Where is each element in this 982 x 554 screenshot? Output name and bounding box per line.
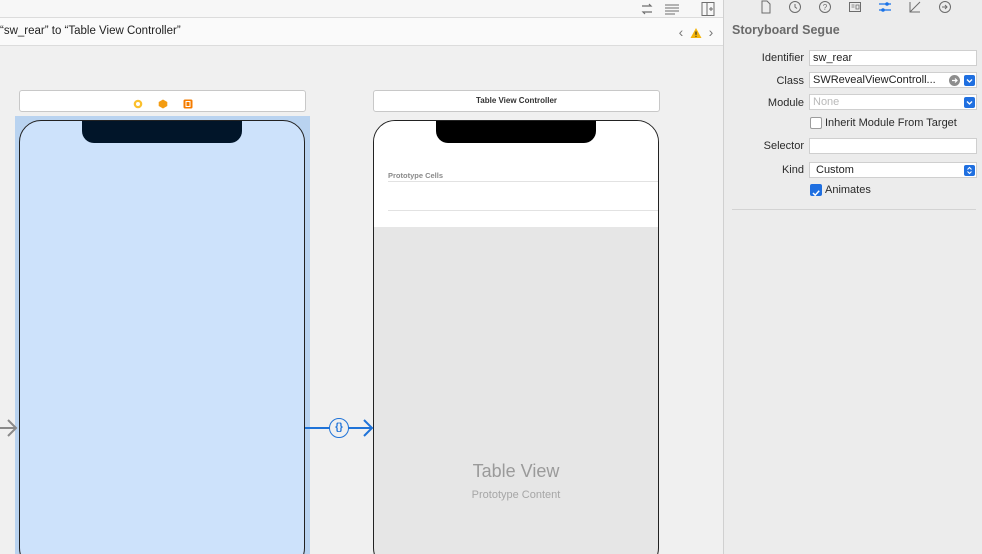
identifier-field[interactable]: sw_rear xyxy=(809,50,977,66)
exit-icon[interactable] xyxy=(183,96,193,109)
chevron-down-icon[interactable] xyxy=(964,75,975,86)
animates-checkbox[interactable] xyxy=(810,184,822,197)
module-label: Module xyxy=(767,97,804,109)
selector-label: Selector xyxy=(763,140,804,152)
prototype-cells-label: Prototype Cells xyxy=(388,171,444,180)
help-icon[interactable]: ? xyxy=(818,0,832,14)
inspector-tab-bar: ? xyxy=(724,0,982,16)
class-value: SWRevealViewControll... xyxy=(813,74,936,86)
connections-icon[interactable] xyxy=(938,0,952,14)
chevron-right-icon[interactable]: › xyxy=(705,24,717,40)
go-to-arrow-icon[interactable] xyxy=(949,75,960,86)
class-label: Class xyxy=(776,75,804,87)
add-editor-icon[interactable] xyxy=(700,1,716,17)
chevron-left-icon[interactable]: ‹ xyxy=(675,24,687,40)
inherit-module-label: Inherit Module From Target xyxy=(825,117,957,129)
class-field[interactable]: SWRevealViewControll... xyxy=(809,72,977,88)
breadcrumb[interactable]: “sw_rear” to “Table View Controller” xyxy=(0,25,181,37)
view-controller-icon[interactable] xyxy=(133,96,143,109)
divider xyxy=(732,209,976,210)
jump-bar: “sw_rear” to “Table View Controller” ‹ › xyxy=(0,18,723,46)
first-responder-icon[interactable] xyxy=(158,96,168,109)
module-placeholder: None xyxy=(813,96,840,108)
table-view-title: Table View xyxy=(472,461,560,481)
inherit-module-checkbox[interactable] xyxy=(810,117,822,129)
divider xyxy=(388,210,658,211)
device-notch xyxy=(82,121,242,143)
scene-title: Table View Controller xyxy=(475,96,558,105)
animates-label: Animates xyxy=(825,184,871,196)
table-view-controller[interactable]: Prototype Cells Table View Prototype Con… xyxy=(373,120,659,554)
warning-icon[interactable] xyxy=(690,26,702,38)
table-scene-dock[interactable]: Table View Controller xyxy=(373,90,660,112)
svg-text:?: ? xyxy=(823,3,828,12)
storyboard-canvas[interactable]: “sw_rear” to “Table View Controller” ‹ › xyxy=(0,0,723,554)
kind-popup[interactable]: Custom xyxy=(809,162,977,178)
editor-toolbar xyxy=(0,0,723,18)
table-view-subtitle: Prototype Content xyxy=(471,489,561,501)
chevron-down-icon[interactable] xyxy=(964,97,975,108)
identifier-label: Identifier xyxy=(761,52,804,64)
entry-point-arrow-icon[interactable] xyxy=(0,417,18,439)
xcode-window: “sw_rear” to “Table View Controller” ‹ › xyxy=(0,0,982,554)
swap-arrows-icon[interactable] xyxy=(639,1,655,17)
history-icon[interactable] xyxy=(788,0,802,14)
kind-label: Kind xyxy=(781,164,804,176)
module-field[interactable]: None xyxy=(809,94,977,110)
stepper-arrows-icon[interactable] xyxy=(964,165,975,176)
kind-value: Custom xyxy=(816,164,854,176)
rear-scene-dock[interactable] xyxy=(19,90,306,112)
segue-custom-icon[interactable]: {} xyxy=(329,418,349,438)
divider xyxy=(388,181,658,182)
attributes-inspector: ? Storyboard Segue Identifier sw_rear Cl… xyxy=(723,0,982,554)
section-title: Storyboard Segue xyxy=(732,23,840,37)
size-icon[interactable] xyxy=(908,0,922,14)
device-notch xyxy=(436,121,596,143)
attributes-icon[interactable] xyxy=(878,0,892,14)
file-icon[interactable] xyxy=(759,0,773,14)
selector-field[interactable] xyxy=(809,138,977,154)
align-lines-icon[interactable] xyxy=(664,1,680,17)
identity-icon[interactable] xyxy=(848,0,862,14)
segue-arrow-icon[interactable] xyxy=(356,417,374,439)
rear-view-controller[interactable] xyxy=(19,120,305,554)
